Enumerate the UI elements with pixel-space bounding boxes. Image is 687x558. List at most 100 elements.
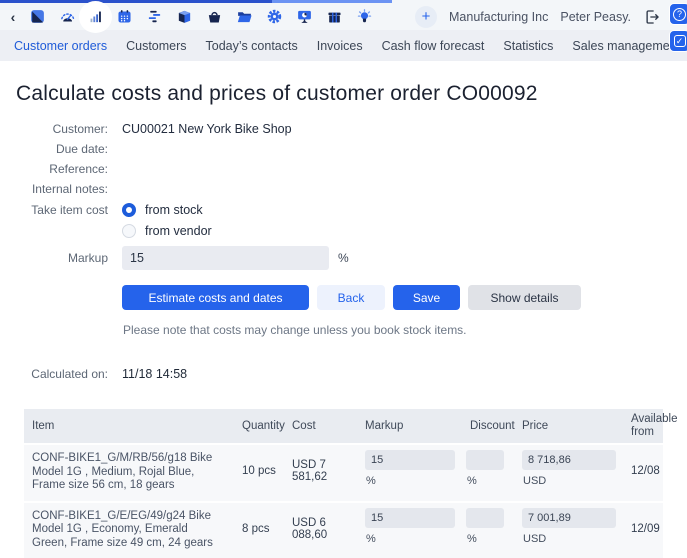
table-row: CONF-BIKE1_G/M/RB/56/g18 Bike Model 1G ,…: [24, 445, 663, 501]
show-details-button[interactable]: Show details: [468, 285, 581, 310]
take-item-cost-label: Take item cost: [16, 203, 108, 217]
radio-from-stock-label[interactable]: from stock: [145, 203, 203, 217]
tasks-button[interactable]: ✓: [669, 30, 687, 52]
row-price-input[interactable]: [522, 450, 616, 470]
calculation-form: Customer: CU00021 New York Bike Shop Due…: [16, 119, 671, 270]
from-vendor-row: from vendor: [16, 221, 671, 241]
item-description: CONF-BIKE1_G/M/RB/56/g18 Bike Model 1G ,…: [24, 450, 234, 493]
cost-change-note: Please note that costs may change unless…: [123, 323, 671, 337]
module-tab-bar: Customer orders Customers Today’s contac…: [0, 30, 687, 61]
item-description: CONF-BIKE1_G/E/EG/49/g24 Bike Model 1G ,…: [24, 508, 234, 551]
main-content: Calculate costs and prices of customer o…: [0, 82, 687, 558]
tab-cash-flow-forecast[interactable]: Cash flow forecast: [382, 39, 485, 53]
internal-notes-row: Internal notes:: [16, 179, 671, 199]
calculated-on-label: Calculated on:: [16, 367, 108, 381]
tab-customer-orders[interactable]: Customer orders: [14, 39, 107, 53]
book-icon[interactable]: [169, 4, 199, 30]
take-item-cost-row: Take item cost from stock: [16, 200, 671, 220]
internal-notes-label: Internal notes:: [16, 182, 108, 196]
header-cost: Cost: [284, 420, 357, 433]
radio-from-vendor-label[interactable]: from vendor: [145, 224, 212, 238]
item-quantity: 10 pcs: [234, 465, 284, 477]
price-cell: USD: [514, 450, 623, 493]
gantt-icon[interactable]: [139, 4, 169, 30]
gauge-icon[interactable]: [52, 4, 82, 30]
price-unit-label: USD: [522, 475, 546, 487]
price-unit-label: USD: [522, 533, 546, 545]
customer-value: CU00021 New York Bike Shop: [122, 122, 292, 136]
estimate-costs-button[interactable]: Estimate costs and dates: [122, 285, 309, 310]
tab-statistics[interactable]: Statistics: [503, 39, 553, 53]
row-markup-input[interactable]: [365, 450, 455, 470]
user-menu[interactable]: Peter Peasy.: [560, 10, 631, 24]
reference-row: Reference:: [16, 159, 671, 179]
markup-unit-label: %: [365, 533, 376, 545]
back-button[interactable]: ‹: [4, 6, 22, 28]
customer-row: Customer: CU00021 New York Bike Shop: [16, 119, 671, 139]
calculated-on-value: 11/18 14:58: [122, 367, 187, 381]
company-name[interactable]: Manufacturing Inc: [449, 10, 548, 24]
table-header: Item Quantity Cost Markup Discount Price…: [24, 409, 663, 443]
header-discount: Discount: [462, 420, 514, 433]
radio-from-stock[interactable]: [122, 203, 136, 217]
lightbulb-icon[interactable]: [349, 4, 379, 30]
discount-cell: %: [462, 450, 514, 493]
header-markup: Markup: [357, 420, 462, 433]
checkmark-icon: ✓: [674, 35, 686, 47]
item-cost: USD 6 088,60: [284, 517, 357, 541]
due-date-label: Due date:: [16, 142, 108, 156]
order-items-table: Item Quantity Cost Markup Discount Price…: [24, 409, 663, 558]
discount-unit-label: %: [466, 533, 477, 545]
markup-cell: %: [357, 508, 462, 551]
markup-unit: %: [338, 251, 349, 265]
row-price-input[interactable]: [522, 508, 616, 528]
help-button[interactable]: ?: [669, 3, 687, 25]
page-title: Calculate costs and prices of customer o…: [16, 82, 671, 106]
add-button[interactable]: +: [415, 6, 437, 28]
due-date-row: Due date:: [16, 139, 671, 159]
diagonal-square-icon[interactable]: [22, 4, 52, 30]
row-discount-input[interactable]: [466, 450, 504, 470]
top-app-bar: ‹ + Manufacturing Inc Peter Peasy.: [0, 3, 687, 30]
folder-icon[interactable]: [229, 4, 259, 30]
presentation-icon[interactable]: [289, 4, 319, 30]
table-row: CONF-BIKE1_G/E/EG/49/g24 Bike Model 1G ,…: [24, 503, 663, 558]
gift-icon[interactable]: [319, 4, 349, 30]
calendar-icon[interactable]: [109, 4, 139, 30]
customer-label: Customer:: [16, 122, 108, 136]
price-cell: USD: [514, 508, 623, 551]
radio-from-vendor[interactable]: [122, 224, 136, 238]
available-from-value: 12/09: [623, 523, 663, 535]
header-item: Item: [24, 420, 234, 433]
header-price: Price: [514, 420, 623, 433]
markup-input[interactable]: [122, 246, 329, 270]
item-quantity: 8 pcs: [234, 523, 284, 535]
markup-row: Markup %: [16, 246, 671, 270]
available-from-value: 12/08: [623, 465, 663, 477]
tab-sales-management[interactable]: Sales management: [572, 39, 680, 53]
save-button[interactable]: Save: [393, 285, 460, 310]
reference-label: Reference:: [16, 162, 108, 176]
question-icon: ?: [673, 8, 686, 21]
row-discount-input[interactable]: [466, 508, 504, 528]
item-cost: USD 7 581,62: [284, 459, 357, 483]
markup-unit-label: %: [365, 475, 376, 487]
markup-label: Markup: [16, 251, 108, 265]
markup-cell: %: [357, 450, 462, 493]
tab-customers[interactable]: Customers: [126, 39, 186, 53]
header-quantity: Quantity: [234, 420, 284, 433]
back-button-secondary[interactable]: Back: [317, 285, 385, 310]
discount-unit-label: %: [466, 475, 477, 487]
tab-invoices[interactable]: Invoices: [317, 39, 363, 53]
basket-icon[interactable]: [199, 4, 229, 30]
calculated-on-row: Calculated on: 11/18 14:58: [16, 364, 671, 384]
tab-todays-contacts[interactable]: Today’s contacts: [206, 39, 298, 53]
discount-cell: %: [462, 508, 514, 551]
gear-icon[interactable]: [259, 4, 289, 30]
edge-button-stack: ? ✓: [669, 3, 687, 52]
bar-chart-icon[interactable]: [82, 4, 109, 30]
header-available-from: Available from: [623, 413, 677, 439]
action-buttons: Estimate costs and dates Back Save Show …: [122, 285, 671, 310]
row-markup-input[interactable]: [365, 508, 455, 528]
logout-icon[interactable]: [643, 8, 661, 26]
